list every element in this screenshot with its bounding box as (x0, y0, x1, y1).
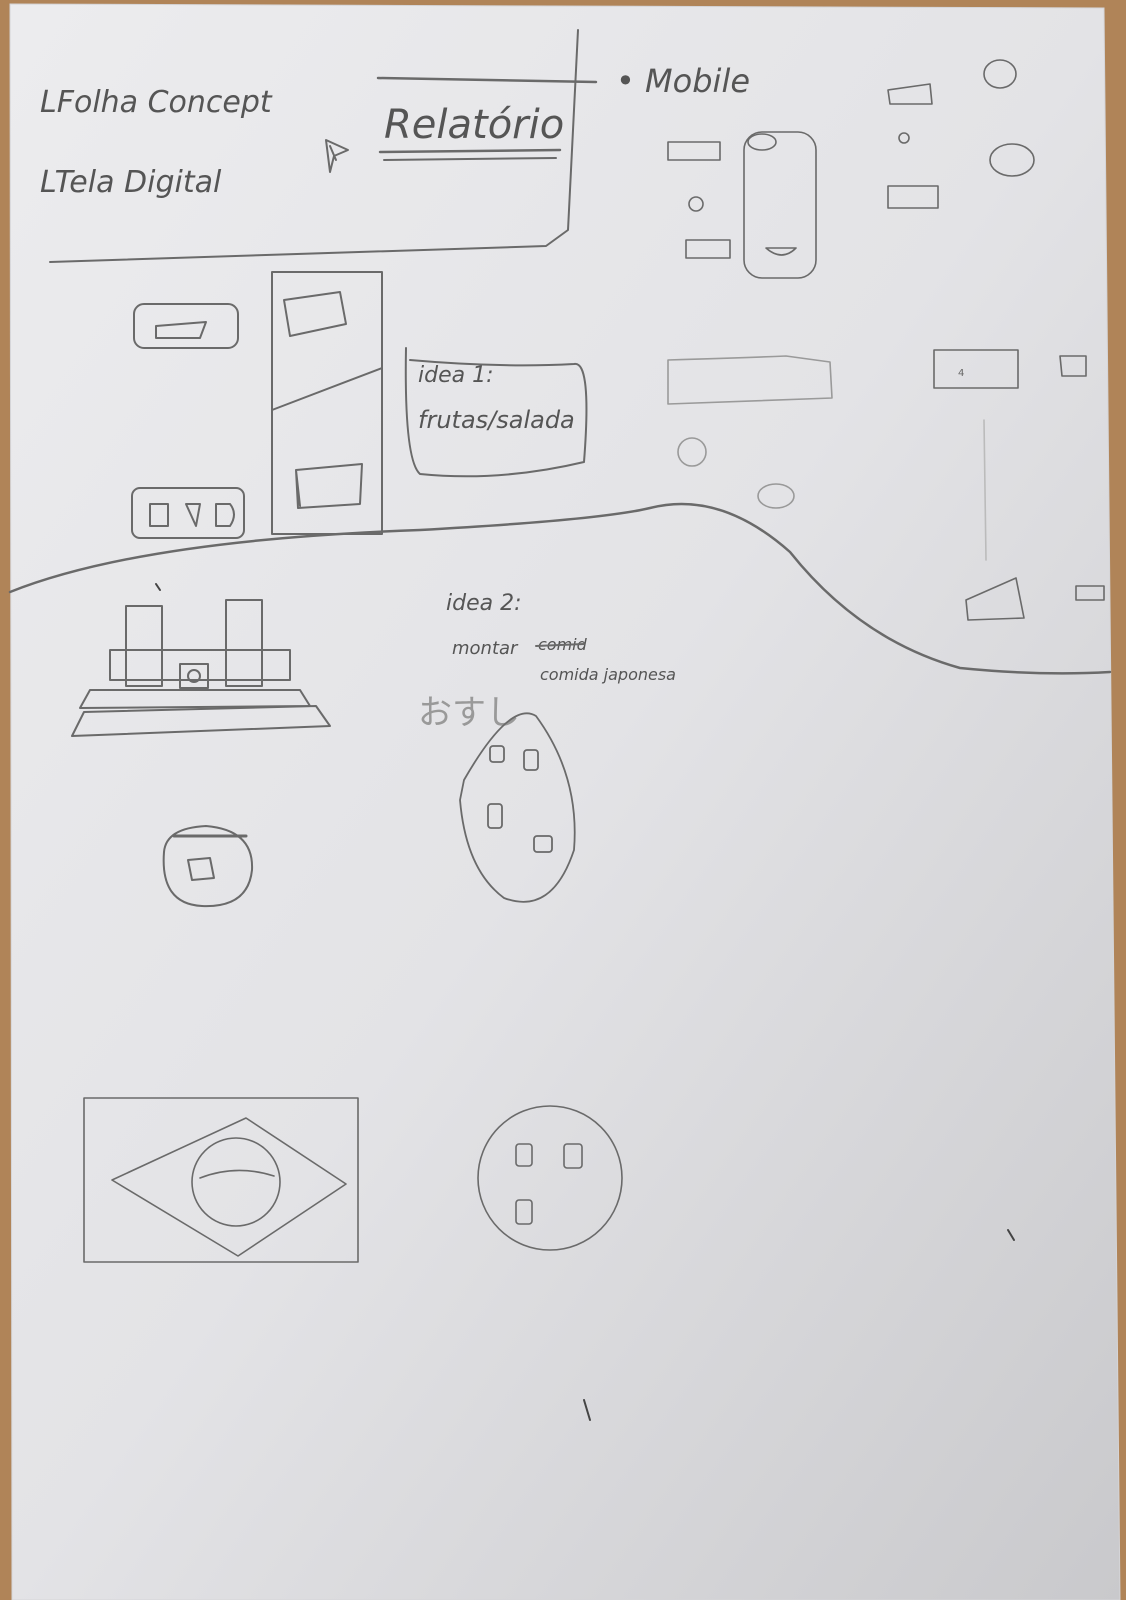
idea1-title: idea 1: (418, 363, 494, 388)
idea2-japanese: おすし (418, 693, 520, 733)
header-line-1: LFolha Concept (40, 85, 273, 120)
sketch-paper: LFolha Concept LTela Digital Relatório •… (8, 3, 1121, 1600)
mobile-box-label: 4 (958, 368, 964, 379)
mobile-label: • Mobile (616, 62, 750, 100)
idea1-text: frutas/salada (418, 406, 575, 434)
idea2-title: idea 2: (446, 591, 522, 616)
paper-sheet (9, 3, 1121, 1600)
idea2-text-b: comida japonesa (540, 665, 676, 684)
header-line-2: LTela Digital (40, 165, 222, 200)
report-title: Relatório (384, 102, 564, 148)
idea2-text-a: montar (452, 638, 519, 659)
